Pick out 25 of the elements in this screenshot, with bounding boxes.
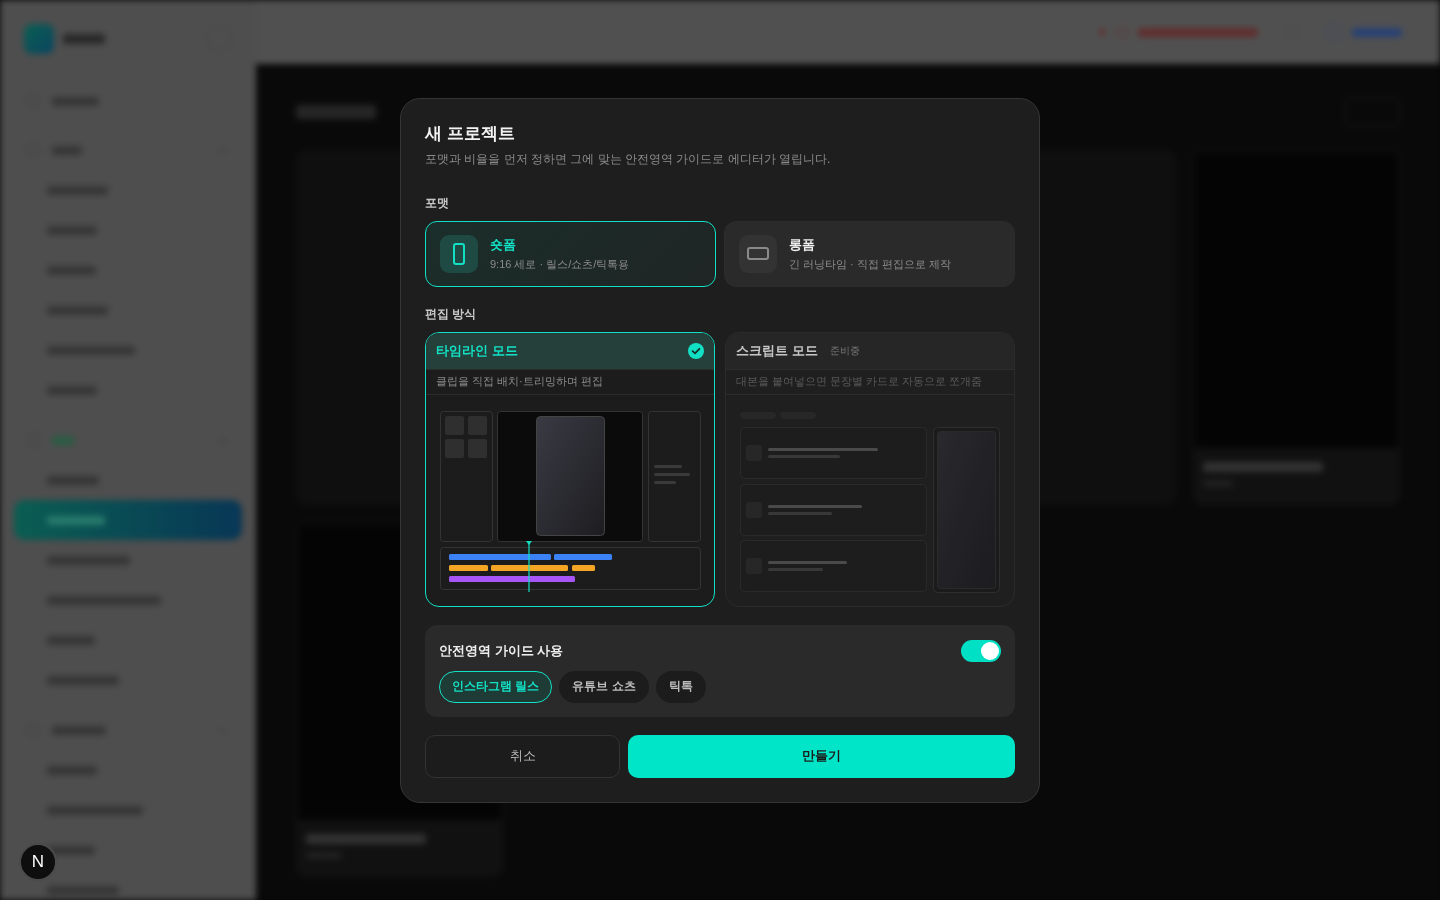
mode-description: 클립을 직접 배치·트리밍하며 편집: [426, 368, 714, 395]
edit-mode-card[interactable]: 타임라인 모드 클립을 직접 배치·트리밍하며 편집: [425, 331, 715, 607]
section-label: 편집 방식: [425, 305, 477, 322]
dialog-description: 포맷과 비율을 먼저 정하면 그에 맞는 안전영역 가이드로 에디터가 열립니다.: [425, 150, 832, 167]
platform-chip[interactable]: 유튜브 쇼츠: [559, 670, 649, 703]
mode-title: 스크립트 모드: [736, 341, 818, 360]
coming-soon-label: 준비중: [829, 343, 860, 358]
phone-icon: [440, 234, 478, 273]
format-subtitle: 9:16 세로 · 릴스/쇼츠/틱톡용: [490, 257, 630, 271]
safe-area-title: 안전영역 가이드 사용: [439, 641, 564, 660]
format-title: 숏폼: [490, 236, 517, 253]
format-option-card[interactable]: 롱폼 긴 러닝타임 · 직접 편집으로 제작: [724, 220, 1015, 287]
landscape-screen-icon: [739, 234, 777, 273]
format-title: 롱폼: [789, 236, 816, 253]
format-option-card[interactable]: 숏폼 9:16 세로 · 릴스/쇼츠/틱톡용: [425, 220, 716, 287]
dialog-title: 새 프로젝트: [425, 122, 516, 145]
create-button[interactable]: 만들기: [628, 734, 1015, 778]
section-label: 포맷: [425, 194, 449, 211]
platform-chip[interactable]: 인스타그램 릴스: [439, 670, 553, 703]
cancel-button[interactable]: 취소: [425, 734, 620, 778]
platform-chip[interactable]: 틱톡: [655, 670, 706, 703]
mode-title: 타임라인 모드: [436, 341, 518, 360]
safe-area-toggle[interactable]: [961, 639, 1001, 662]
format-subtitle: 긴 러닝타임 · 직접 편집으로 제작: [789, 257, 951, 271]
check-circle-icon: [688, 342, 704, 359]
